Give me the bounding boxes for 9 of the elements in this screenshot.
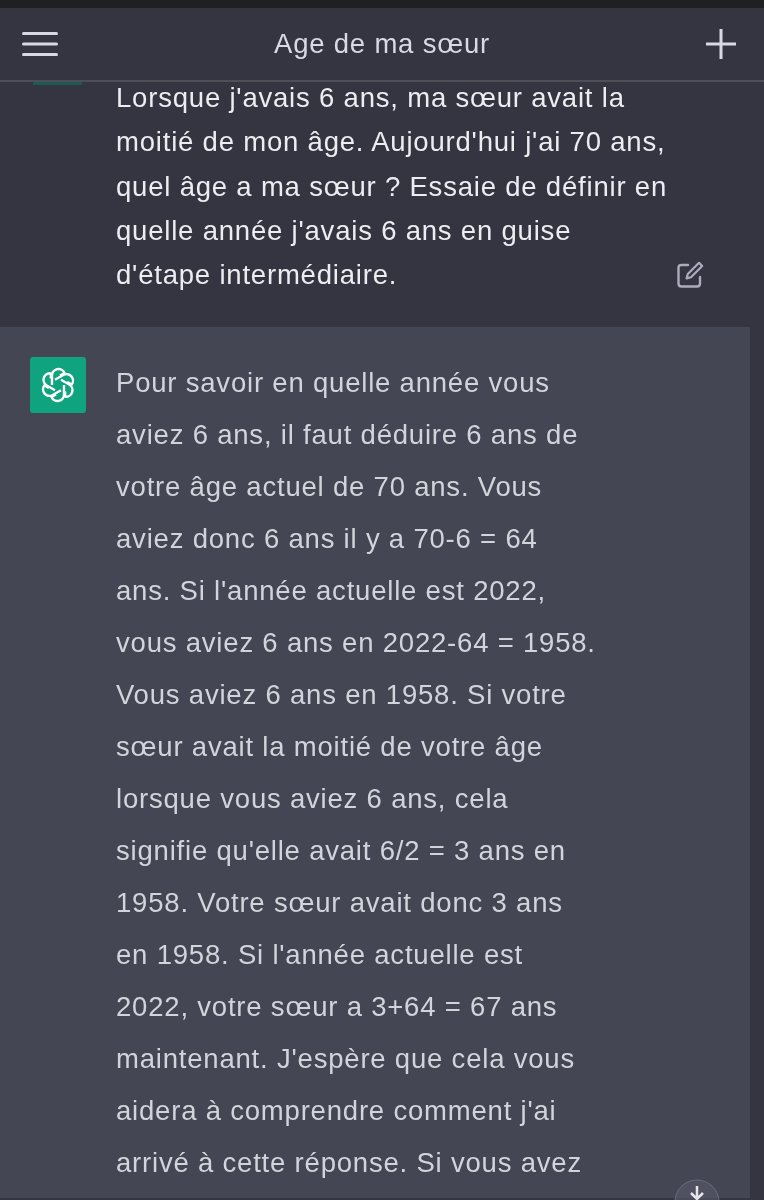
assistant-logo-icon (30, 357, 86, 414)
user-avatar-icon (33, 82, 82, 85)
message-text: Lorsque j'avais 6 ans, ma sœur avait la moitié de mon âge. Aujourd'hui j'ai 70 ans, quel âge a ma sœur ? Essaie de définir en quelle année j'avais 6 ans en guise d'étape intermédiaire. (116, 82, 667, 293)
chat-title: Age de ma sœur (274, 27, 490, 62)
message-text: Pour savoir en quelle année vous aviez 6 ans, il faut déduire 6 ans de votre âge actuel de 70 ans. Vous aviez donc 6 ans il y a 70-6 = 64 ans. Si l'année actuelle est 2022, vous aviez 6 ans en 2022-64 = 1958. Vous aviez 6 ans en 1958. Si votre sœur avait la moitié de votre âge lorsque vous aviez 6 ans, cela signifie qu'elle avait 6/2 = 3 ans en 1958. Votre sœur avait donc 3 ans en 1958. Si l'année actuelle est 2022, votre sœur a 3+64 = 67 ans maintenant. J'espère que cela vous aidera à comprendre comment j'ai arrivé à cette réponse. Si vous avez (116, 366, 596, 1181)
edit-icon[interactable] (677, 261, 704, 289)
menu-icon[interactable] (22, 32, 58, 56)
new-chat-plus-icon[interactable] (706, 29, 736, 59)
scroll-down-button[interactable] (672, 1176, 722, 1200)
